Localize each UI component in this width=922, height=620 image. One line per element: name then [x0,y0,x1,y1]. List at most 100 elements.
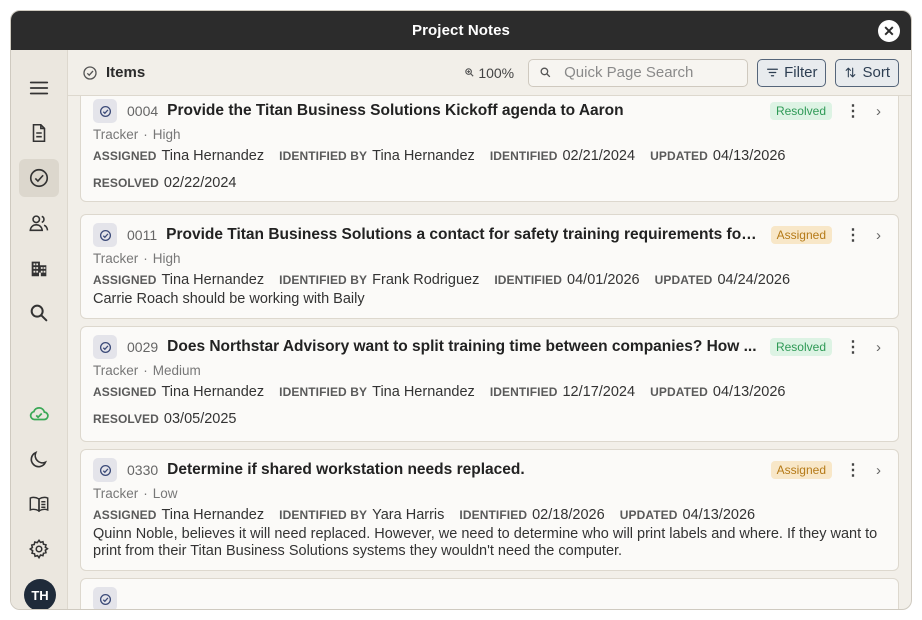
toolbar: Items 100% Filter Sort [68,50,911,96]
avatar[interactable]: TH [24,579,56,609]
status-badge: Resolved [769,338,832,356]
assigned-value: Tina Hernandez [161,507,265,523]
identified-value: 02/21/2024 [562,148,636,164]
item-number: 0011 [127,227,158,243]
field-label: UPDATED [650,149,708,163]
field-label: IDENTIFIED [459,508,528,522]
window-title: Project Notes [412,22,510,39]
gear-icon[interactable] [19,530,59,568]
close-button[interactable]: ✕ [878,20,900,42]
item-category: Tracker [93,486,139,501]
item-title[interactable]: Provide the Titan Business Solutions Kic… [167,102,762,120]
field-label: ASSIGNED [93,149,157,163]
moon-icon[interactable] [19,440,59,478]
field-label: IDENTIFIED [489,149,558,163]
chevron-right-icon[interactable]: › [876,227,886,244]
item-number: 0004 [127,103,159,119]
list-item[interactable]: 0330 Determine if shared workstation nee… [80,449,899,571]
sort-button[interactable]: Sort [835,58,899,87]
check-circle-icon[interactable] [93,335,117,359]
identified-by-value: Frank Rodriguez [372,272,480,288]
title-bar: Project Notes ✕ [11,11,911,50]
item-number: 0029 [127,339,159,355]
list-item[interactable] [80,578,899,609]
field-label: IDENTIFIED BY [279,273,368,287]
status-badge: Assigned [770,226,832,244]
identified-by-value: Tina Hernandez [372,384,475,400]
item-number: 0330 [127,462,159,478]
check-circle-icon[interactable] [93,458,117,482]
building-icon[interactable] [19,249,59,287]
chevron-right-icon[interactable]: › [876,339,886,356]
item-meta: Tracker · High [93,251,181,266]
sidebar: TH [11,50,68,609]
item-category: Tracker [93,363,139,378]
more-options-icon[interactable]: ⋮ [845,337,861,357]
field-label: IDENTIFIED BY [279,149,368,163]
search-icon [540,67,551,78]
item-fields-resolved: RESOLVED 03/05/2025 [93,409,886,429]
item-fields-resolved: RESOLVED 02/22/2024 [93,173,886,193]
field-label: RESOLVED [93,412,159,426]
item-title[interactable]: Does Northstar Advisory want to split tr… [167,338,762,356]
check-circle-icon[interactable] [93,587,117,609]
assigned-value: Tina Hernandez [161,148,265,164]
people-icon[interactable] [19,204,59,242]
field-label: UPDATED [650,385,708,399]
item-priority: High [152,251,181,266]
check-circle-icon [83,65,97,80]
menu-icon[interactable] [19,69,59,107]
field-label: IDENTIFIED BY [279,508,368,522]
chevron-right-icon[interactable]: › [876,103,886,120]
search-icon[interactable] [19,294,59,332]
assigned-value: Tina Hernandez [161,272,265,288]
item-fields: ASSIGNED Tina Hernandez IDENTIFIED BY Yara… [93,505,886,525]
list-item[interactable]: 0011 Provide Titan Business Solutions a … [80,214,899,319]
more-options-icon[interactable]: ⋮ [845,460,861,480]
item-meta: Tracker · Medium [93,363,201,378]
sort-label: Sort [862,64,890,81]
item-title[interactable]: Provide Titan Business Solutions a conta… [166,226,763,244]
identified-value: 12/17/2024 [562,384,636,400]
zoom-indicator[interactable]: 100% [464,65,514,81]
list-item[interactable]: 0029 Does Northstar Advisory want to spl… [80,326,899,442]
filter-button[interactable]: Filter [757,58,827,87]
updated-value: 04/13/2026 [712,148,786,164]
updated-value: 04/24/2026 [717,272,791,288]
field-label: UPDATED [654,273,713,287]
field-label: IDENTIFIED [489,385,558,399]
check-circle-icon[interactable] [19,159,59,197]
list-item[interactable]: 0004 Provide the Titan Business Solution… [80,96,899,202]
search-input[interactable] [564,64,725,81]
more-options-icon[interactable]: ⋮ [845,101,861,121]
item-priority: Low [152,486,178,501]
item-title[interactable]: Determine if shared workstation needs re… [167,461,762,479]
zoom-icon [465,68,474,77]
identified-value: 02/18/2026 [532,507,605,523]
identified-value: 04/01/2026 [567,272,640,288]
field-label: IDENTIFIED [494,273,563,287]
updated-value: 04/13/2026 [712,384,786,400]
main-content: Items 100% Filter Sort [68,50,911,609]
item-category: Tracker [93,251,139,266]
identified-by-value: Tina Hernandez [372,148,475,164]
zoom-level: 100% [478,64,515,81]
document-icon[interactable] [19,114,59,152]
chevron-right-icon[interactable]: › [876,462,886,479]
assigned-value: Tina Hernandez [161,384,265,400]
check-circle-icon[interactable] [93,223,117,247]
updated-value: 04/13/2026 [682,507,756,523]
field-label: ASSIGNED [93,385,157,399]
cloud-sync-icon[interactable] [19,395,59,433]
field-label: UPDATED [619,508,678,522]
book-icon[interactable] [19,485,59,523]
check-circle-icon[interactable] [93,99,117,123]
identified-by-value: Yara Harris [372,507,445,523]
status-badge: Resolved [769,102,832,120]
section-title: Items [106,64,146,81]
field-label: ASSIGNED [93,508,157,522]
more-options-icon[interactable]: ⋮ [845,225,861,245]
filter-label: Filter [784,64,818,81]
item-notes: Quinn Noble, believes it will need repla… [93,526,878,559]
app-window: Project Notes ✕ TH Items 100% Quick Page… [10,10,912,610]
